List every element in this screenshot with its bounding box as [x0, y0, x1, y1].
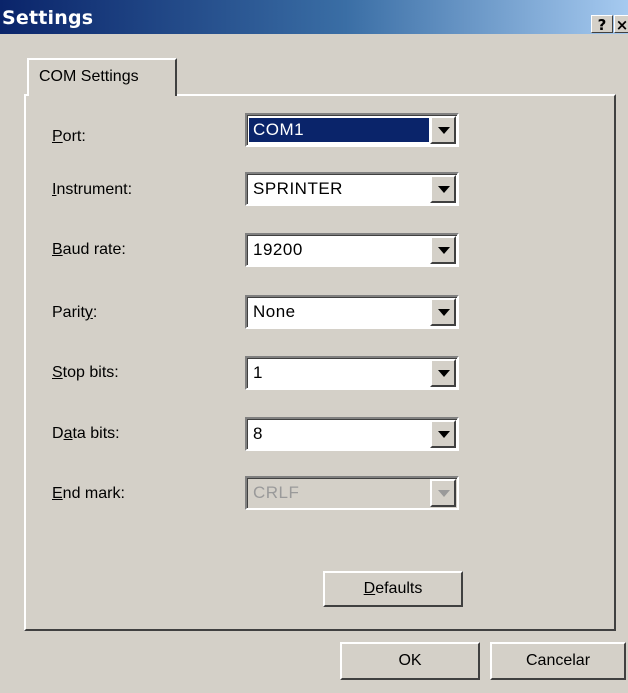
chevron-down-icon	[438, 127, 450, 134]
end-mark-label-mnemonic: E	[52, 485, 63, 502]
defaults-mnemonic: D	[363, 580, 376, 597]
parity-label: Parity:	[52, 304, 97, 322]
ok-button[interactable]: OK	[340, 642, 480, 680]
stop-bits-combo-inner	[247, 358, 457, 388]
parity-value: None	[253, 302, 296, 321]
port-combo[interactable]: COM1	[245, 113, 459, 147]
end-mark-label-rest: nd mark:	[62, 485, 125, 502]
instrument-combo[interactable]: SPRINTER	[245, 172, 459, 206]
parity-dropdown-button[interactable]	[430, 298, 456, 326]
help-button[interactable]: ?	[591, 15, 613, 34]
stop-bits-dropdown-button[interactable]	[430, 359, 456, 387]
tab-label: COM Settings	[39, 68, 139, 85]
port-value: COM1	[249, 118, 429, 142]
baud-rate-label-rest: aud rate:	[62, 241, 126, 258]
instrument-dropdown-button[interactable]	[430, 175, 456, 203]
chevron-down-icon	[438, 186, 450, 193]
baud-rate-combo[interactable]: 19200	[245, 233, 459, 267]
data-bits-label-pre: D	[52, 425, 64, 442]
stop-bits-label-rest: top bits:	[62, 364, 119, 381]
chevron-down-icon	[438, 247, 450, 254]
chevron-down-icon	[438, 490, 450, 497]
stop-bits-label-mnemonic: S	[52, 364, 63, 381]
port-label-rest: ort:	[62, 128, 86, 145]
instrument-label: Instrument:	[52, 181, 132, 199]
data-bits-dropdown-button[interactable]	[430, 420, 456, 448]
parity-combo[interactable]: None	[245, 295, 459, 329]
instrument-label-rest: nstrument:	[56, 181, 133, 198]
instrument-value: SPRINTER	[253, 179, 343, 198]
port-dropdown-button[interactable]	[430, 116, 456, 144]
tab-com-settings[interactable]: COM Settings	[27, 58, 177, 96]
parity-label-pre: Parit	[52, 304, 85, 321]
baud-rate-value: 19200	[253, 240, 303, 259]
baud-rate-label: Baud rate:	[52, 241, 126, 259]
stop-bits-value: 1	[253, 363, 263, 382]
close-button[interactable]: ×	[614, 15, 628, 34]
parity-label-mnemonic: y	[84, 304, 93, 321]
parity-label-rest: :	[92, 304, 98, 321]
port-label: Port:	[52, 128, 86, 146]
chevron-down-icon	[438, 370, 450, 377]
chevron-down-icon	[438, 431, 450, 438]
stop-bits-label: Stop bits:	[52, 364, 119, 382]
data-bits-value: 8	[253, 424, 263, 443]
data-bits-combo-inner	[247, 419, 457, 449]
window-title: Settings	[2, 7, 94, 29]
cancel-button[interactable]: Cancelar	[490, 642, 626, 680]
chevron-down-icon	[438, 309, 450, 316]
end-mark-dropdown-button	[430, 479, 456, 507]
stop-bits-combo[interactable]: 1	[245, 356, 459, 390]
end-mark-value: CRLF	[253, 483, 300, 502]
baud-rate-dropdown-button[interactable]	[430, 236, 456, 264]
end-mark-combo: CRLF	[245, 476, 459, 510]
baud-rate-label-mnemonic: B	[52, 241, 63, 258]
title-bar[interactable]: Settings ? ×	[0, 0, 628, 34]
data-bits-label: Data bits:	[52, 425, 120, 443]
data-bits-label-rest: ta bits:	[72, 425, 120, 442]
port-label-mnemonic: P	[52, 128, 63, 145]
data-bits-combo[interactable]: 8	[245, 417, 459, 451]
end-mark-label: End mark:	[52, 485, 125, 503]
defaults-button[interactable]: Defaults	[323, 571, 463, 607]
defaults-rest: efaults	[375, 580, 423, 597]
